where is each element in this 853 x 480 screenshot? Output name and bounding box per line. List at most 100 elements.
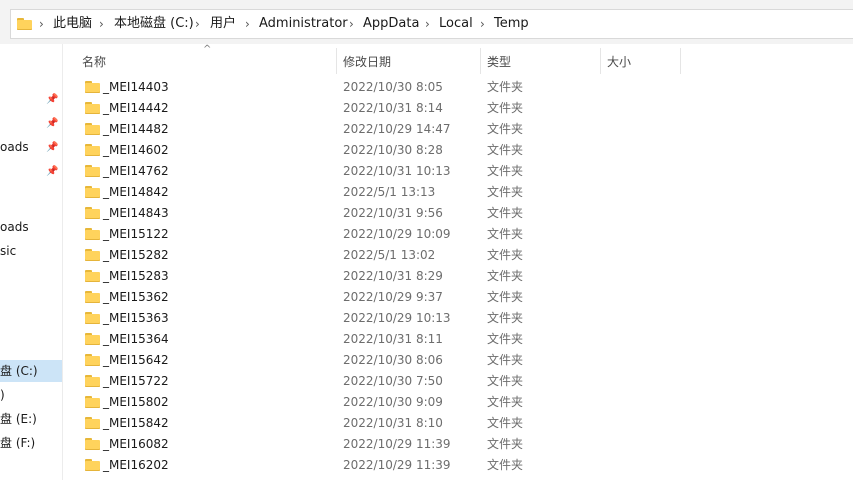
table-row[interactable]: _MEI15842 2022/10/31 8:10 文件夹 [63,413,853,434]
column-header-size[interactable]: 大小 [601,44,680,77]
file-modified-date: 2022/10/30 9:09 [343,395,443,409]
folder-icon [85,354,100,366]
file-modified-date: 2022/10/30 8:28 [343,143,443,157]
table-row[interactable]: _MEI15283 2022/10/31 8:29 文件夹 [63,266,853,287]
table-row[interactable]: _MEI15802 2022/10/30 9:09 文件夹 [63,392,853,413]
column-divider[interactable] [680,48,681,74]
file-modified-date: 2022/10/31 8:10 [343,416,443,430]
column-header-date[interactable]: 修改日期 [337,44,480,77]
file-name[interactable]: _MEI16202 [103,455,169,476]
file-name[interactable]: _MEI15722 [103,371,169,392]
file-name[interactable]: _MEI15363 [103,308,169,329]
file-name[interactable]: _MEI15642 [103,350,169,371]
table-row[interactable]: _MEI14762 2022/10/31 10:13 文件夹 [63,161,853,182]
nav-item-drive-d[interactable]: ) [0,384,62,406]
nav-item-label: sic [0,244,17,258]
file-modified-date: 2022/10/31 8:14 [343,101,443,115]
table-row[interactable]: _MEI15282 2022/5/1 13:02 文件夹 [63,245,853,266]
table-row[interactable]: _MEI15642 2022/10/30 8:06 文件夹 [63,350,853,371]
file-type: 文件夹 [487,80,524,94]
table-row[interactable]: _MEI14843 2022/10/31 9:56 文件夹 [63,203,853,224]
breadcrumb-local-disk-c[interactable]: 本地磁盘 (C:) [114,10,194,38]
table-row[interactable]: _MEI14442 2022/10/31 8:14 文件夹 [63,98,853,119]
nav-item-drive-f[interactable]: 盘 (F:) [0,432,62,454]
column-header-type[interactable]: 类型 [481,44,600,77]
file-modified-date: 2022/10/31 9:56 [343,206,443,220]
table-row[interactable]: _MEI16082 2022/10/29 11:39 文件夹 [63,434,853,455]
folder-icon [85,291,100,303]
folder-icon [85,102,100,114]
file-modified-date: 2022/10/29 11:39 [343,458,451,472]
folder-icon [85,333,100,345]
pin-icon: 📌 [46,166,59,177]
file-list[interactable]: _MEI14403 2022/10/30 8:05 文件夹 _MEI14442 2022… [63,77,853,480]
file-type: 文件夹 [487,269,524,283]
pin-icon: 📌 [46,142,59,153]
chevron-right-icon[interactable]: › [99,10,104,38]
file-name[interactable]: _MEI16082 [103,434,169,455]
file-name[interactable]: _MEI15362 [103,287,169,308]
file-modified-date: 2022/10/30 8:05 [343,80,443,94]
file-name[interactable]: _MEI14602 [103,140,169,161]
table-row[interactable]: _MEI15122 2022/10/29 10:09 文件夹 [63,224,853,245]
file-name[interactable]: _MEI14442 [103,98,169,119]
table-row[interactable]: _MEI14403 2022/10/30 8:05 文件夹 [63,77,853,98]
nav-item-drive-c[interactable]: 盘 (C:) [0,360,62,382]
table-row[interactable]: _MEI14842 2022/5/1 13:13 文件夹 [63,182,853,203]
breadcrumb-appdata[interactable]: AppData [363,10,419,38]
nav-item-music[interactable]: sic [0,240,62,262]
table-row[interactable]: _MEI15364 2022/10/31 8:11 文件夹 [63,329,853,350]
breadcrumb-administrator[interactable]: Administrator [259,10,348,38]
chevron-right-icon[interactable]: › [195,10,200,38]
file-name[interactable]: _MEI14842 [103,182,169,203]
file-modified-date: 2022/5/1 13:13 [343,185,436,199]
file-name[interactable]: _MEI14762 [103,161,169,182]
chevron-right-icon[interactable]: › [245,10,250,38]
table-row[interactable]: _MEI15722 2022/10/30 7:50 文件夹 [63,371,853,392]
nav-item-downloads-2[interactable]: oads [0,216,62,238]
file-name[interactable]: _MEI15364 [103,329,169,350]
file-type: 文件夹 [487,143,524,157]
folder-icon [85,312,100,324]
folder-icon [85,228,100,240]
file-type: 文件夹 [487,227,524,241]
navigation-pane[interactable]: 📌 📌 oads 📌 📌 oads sic 盘 (C:) ) 盘 (E:) 盘 … [0,44,63,480]
table-row[interactable]: _MEI14602 2022/10/30 8:28 文件夹 [63,140,853,161]
file-modified-date: 2022/5/1 13:02 [343,248,436,262]
file-modified-date: 2022/10/30 7:50 [343,374,443,388]
file-name[interactable]: _MEI15842 [103,413,169,434]
breadcrumb-local[interactable]: Local [439,10,473,38]
folder-icon [85,438,100,450]
file-modified-date: 2022/10/29 9:37 [343,290,443,304]
file-modified-date: 2022/10/31 8:29 [343,269,443,283]
file-name[interactable]: _MEI15282 [103,245,169,266]
folder-icon [85,459,100,471]
file-name[interactable]: _MEI14482 [103,119,169,140]
column-header-name[interactable]: 名称 [76,44,336,77]
table-row[interactable]: _MEI15363 2022/10/29 10:13 文件夹 [63,308,853,329]
nav-item-label: oads [0,220,29,234]
table-row[interactable]: _MEI16202 2022/10/29 11:39 文件夹 [63,455,853,476]
file-modified-date: 2022/10/30 8:06 [343,353,443,367]
file-name[interactable]: _MEI14843 [103,203,169,224]
table-row[interactable]: _MEI15362 2022/10/29 9:37 文件夹 [63,287,853,308]
breadcrumb-this-pc[interactable]: 此电脑 [53,10,92,38]
breadcrumb-users[interactable]: 用户 [210,10,236,38]
chevron-right-icon[interactable]: › [480,10,485,38]
address-bar[interactable]: › 此电脑 › 本地磁盘 (C:) › 用户 › Administrator ›… [10,9,853,39]
file-type: 文件夹 [487,164,524,178]
table-row[interactable]: _MEI14482 2022/10/29 14:47 文件夹 [63,119,853,140]
file-name[interactable]: _MEI15122 [103,224,169,245]
file-name[interactable]: _MEI14403 [103,77,169,98]
file-type: 文件夹 [487,458,524,472]
chevron-right-icon[interactable]: › [349,10,354,38]
breadcrumb-temp[interactable]: Temp [494,10,529,38]
chevron-right-icon[interactable]: › [425,10,430,38]
file-name[interactable]: _MEI15802 [103,392,169,413]
folder-icon [85,165,100,177]
nav-item-label: 盘 (C:) [0,364,38,378]
file-modified-date: 2022/10/31 8:11 [343,332,443,346]
file-name[interactable]: _MEI15283 [103,266,169,287]
nav-item-drive-e[interactable]: 盘 (E:) [0,408,62,430]
chevron-right-icon[interactable]: › [39,10,44,38]
